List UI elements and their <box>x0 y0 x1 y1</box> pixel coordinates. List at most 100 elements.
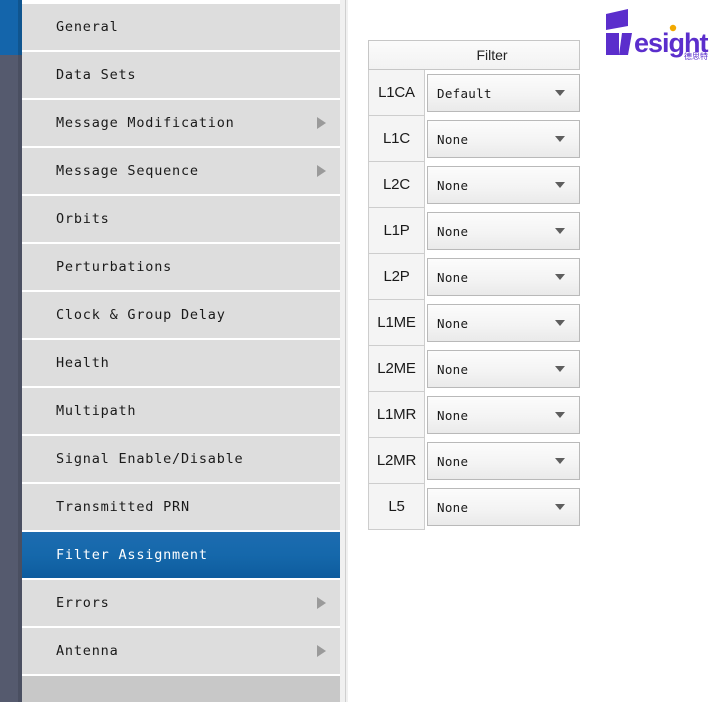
sidebar-item-label: Health <box>56 355 110 371</box>
filter-dropdown-l1p[interactable]: None <box>427 212 580 250</box>
sidebar-item-label: Clock & Group Delay <box>56 307 226 323</box>
sidebar-item-label: Data Sets <box>56 67 137 83</box>
filter-table-body: L1CA Default L1C None L2C None L1P None L2P None L… <box>368 70 580 530</box>
sidebar-item-label: Message Modification <box>56 115 235 131</box>
sidebar-item-label: Orbits <box>56 211 110 227</box>
chevron-down-icon[interactable] <box>555 274 565 280</box>
application-window: General Data Sets Message Modification Mess… <box>0 0 720 702</box>
sidebar-item-multipath[interactable]: Multipath <box>22 388 340 434</box>
sidebar-item-message-sequence[interactable]: Message Sequence <box>22 148 340 194</box>
svg-text:德思特: 德思特 <box>684 51 708 60</box>
filter-cell: None <box>425 438 580 484</box>
filter-dropdown-value: None <box>437 131 469 147</box>
filter-cell: None <box>425 254 580 300</box>
filter-column-header-label: Filter <box>476 47 508 63</box>
chevron-right-icon <box>317 597 326 609</box>
filter-row: L2ME None <box>368 346 580 392</box>
signal-label-l1p: L1P <box>368 208 425 254</box>
sidebar-item-label: Filter Assignment <box>56 547 208 563</box>
filter-dropdown-l2p[interactable]: None <box>427 258 580 296</box>
sidebar-item-filter-assignment[interactable]: Filter Assignment <box>22 532 340 578</box>
filter-dropdown-l2c[interactable]: None <box>427 166 580 204</box>
filter-cell: None <box>425 484 580 530</box>
sidebar-item-general[interactable]: General <box>22 4 340 50</box>
signal-label-l1mr: L1MR <box>368 392 425 438</box>
sidebar-item-perturbations[interactable]: Perturbations <box>22 244 340 290</box>
filter-cell: None <box>425 392 580 438</box>
edge-accent-body <box>0 55 18 702</box>
sidebar-item-label: Message Sequence <box>56 163 199 179</box>
chevron-right-icon <box>317 165 326 177</box>
chevron-down-icon[interactable] <box>555 136 565 142</box>
filter-dropdown-l1ca[interactable]: Default <box>427 74 580 112</box>
chevron-right-icon <box>317 117 326 129</box>
chevron-down-icon[interactable] <box>555 458 565 464</box>
filter-dropdown-l2me[interactable]: None <box>427 350 580 388</box>
signal-label-l1me: L1ME <box>368 300 425 346</box>
sidebar-item-transmitted-prn[interactable]: Transmitted PRN <box>22 484 340 530</box>
filter-dropdown-l1c[interactable]: None <box>427 120 580 158</box>
filter-dropdown-value: None <box>437 361 469 377</box>
signal-label-l2p: L2P <box>368 254 425 300</box>
sidebar-item-data-sets[interactable]: Data Sets <box>22 52 340 98</box>
sidebar-item-message-modification[interactable]: Message Modification <box>22 100 340 146</box>
filter-cell: None <box>425 300 580 346</box>
chevron-down-icon[interactable] <box>555 366 565 372</box>
filter-dropdown-value: None <box>437 407 469 423</box>
filter-cell: None <box>425 162 580 208</box>
filter-dropdown-value: None <box>437 453 469 469</box>
panel-divider <box>340 0 348 702</box>
edge-accent-top <box>0 0 18 55</box>
signal-label-l2me: L2ME <box>368 346 425 392</box>
filter-row: L1C None <box>368 116 580 162</box>
chevron-down-icon[interactable] <box>555 228 565 234</box>
iesight-logo-icon: esight 德思特 <box>606 9 710 60</box>
filter-row: L1CA Default <box>368 70 580 116</box>
sidebar-item-clock-group-delay[interactable]: Clock & Group Delay <box>22 292 340 338</box>
chevron-down-icon[interactable] <box>555 320 565 326</box>
filter-cell: Default <box>425 70 580 116</box>
sidebar-item-label: Antenna <box>56 643 119 659</box>
signal-label-l1c: L1C <box>368 116 425 162</box>
filter-row: L1MR None <box>368 392 580 438</box>
filter-cell: None <box>425 346 580 392</box>
sidebar-item-partial[interactable] <box>22 676 340 702</box>
signal-label-l2mr: L2MR <box>368 438 425 484</box>
chevron-down-icon[interactable] <box>555 412 565 418</box>
chevron-down-icon[interactable] <box>555 504 565 510</box>
signal-label-l2c: L2C <box>368 162 425 208</box>
sidebar-item-label: Transmitted PRN <box>56 499 190 515</box>
filter-row: L5 None <box>368 484 580 530</box>
filter-cell: None <box>425 116 580 162</box>
filter-row: L2C None <box>368 162 580 208</box>
signal-label-l1ca: L1CA <box>368 70 425 116</box>
filter-row: L1ME None <box>368 300 580 346</box>
sidebar-item-health[interactable]: Health <box>22 340 340 386</box>
filter-dropdown-l5[interactable]: None <box>427 488 580 526</box>
filter-dropdown-l1me[interactable]: None <box>427 304 580 342</box>
chevron-down-icon[interactable] <box>555 90 565 96</box>
sidebar-item-antenna[interactable]: Antenna <box>22 628 340 674</box>
sidebar-item-label: Multipath <box>56 403 137 419</box>
filter-table-header: Filter <box>368 40 580 70</box>
sidebar-item-label: Errors <box>56 595 110 611</box>
chevron-right-icon <box>317 645 326 657</box>
brand-logo: esight 德思特 <box>598 2 720 60</box>
sidebar-item-orbits[interactable]: Orbits <box>22 196 340 242</box>
sidebar-item-errors[interactable]: Errors <box>22 580 340 626</box>
filter-dropdown-l1mr[interactable]: None <box>427 396 580 434</box>
main-content: esight 德思特 Filter L1CA Default L1C None L2C N… <box>348 0 720 702</box>
sidebar: General Data Sets Message Modification Mess… <box>22 0 340 702</box>
filter-row: L1P None <box>368 208 580 254</box>
sidebar-item-label: Signal Enable/Disable <box>56 451 244 467</box>
filter-dropdown-value: None <box>437 269 469 285</box>
filter-row: L2MR None <box>368 438 580 484</box>
signal-label-l5: L5 <box>368 484 425 530</box>
filter-row: L2P None <box>368 254 580 300</box>
sidebar-item-label: General <box>56 19 119 35</box>
filter-dropdown-value: None <box>437 177 469 193</box>
filter-dropdown-l2mr[interactable]: None <box>427 442 580 480</box>
filter-dropdown-value: None <box>437 315 469 331</box>
chevron-down-icon[interactable] <box>555 182 565 188</box>
sidebar-item-signal-enable-disable[interactable]: Signal Enable/Disable <box>22 436 340 482</box>
